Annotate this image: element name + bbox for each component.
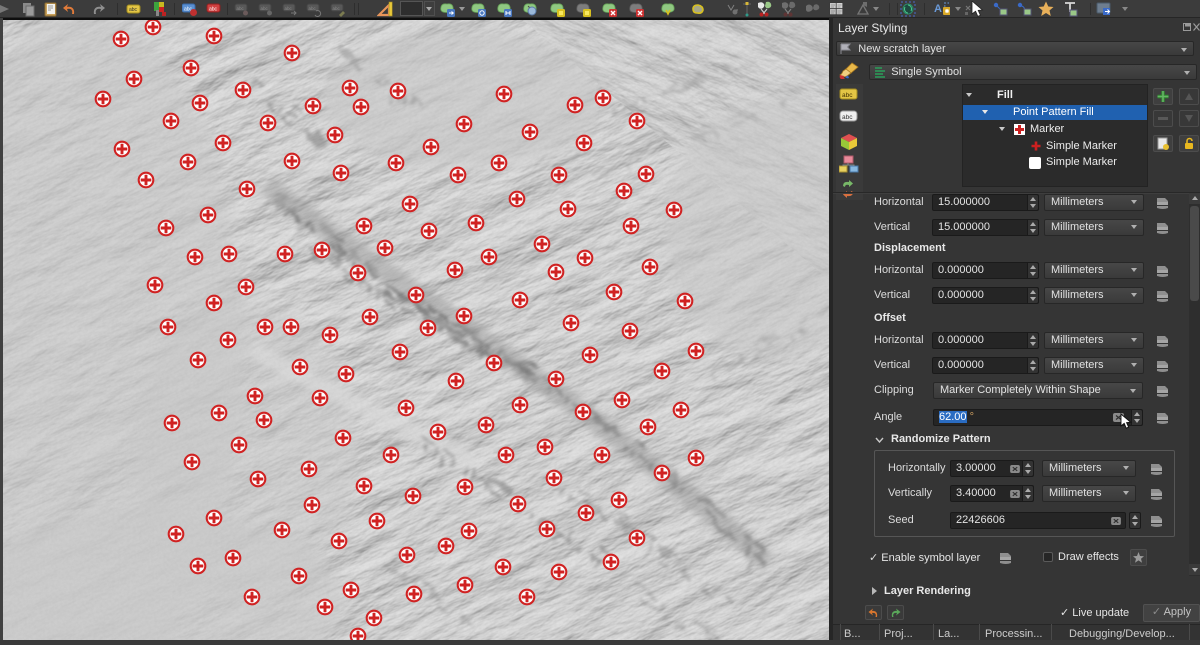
svg-text:abc: abc — [842, 114, 853, 121]
svg-text:A: A — [934, 3, 942, 15]
svg-text:abc: abc — [333, 6, 341, 11]
svg-text:abc: abc — [261, 6, 269, 11]
svg-text:abc: abc — [285, 6, 293, 11]
svg-text:abc: abc — [129, 7, 138, 13]
svg-text:abc: abc — [209, 7, 218, 13]
svg-text:abc: abc — [842, 92, 853, 99]
svg-text:abc: abc — [309, 6, 317, 11]
svg-text:abc: abc — [237, 6, 245, 11]
